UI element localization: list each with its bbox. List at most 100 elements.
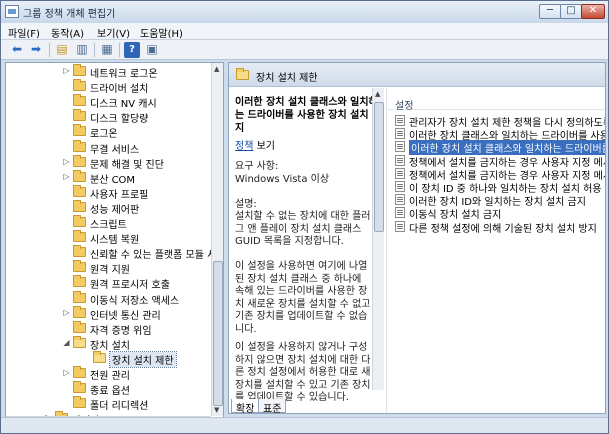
tree-item[interactable]: ▷ 네트워크 로그온 (6, 64, 211, 80)
scroll-thumb[interactable] (213, 261, 223, 406)
tree-item[interactable]: 이동식 저장소 액세스 (6, 290, 211, 307)
scroll-down-arrow-icon[interactable]: ▼ (214, 406, 219, 414)
expand-toggle-icon[interactable]: ▷ (62, 66, 71, 75)
tree-item[interactable]: ◢ 장치 설치 (6, 335, 211, 352)
scroll-up-arrow-icon[interactable]: ▲ (214, 65, 219, 73)
toolbar-separator (94, 43, 95, 57)
tree-item-label: 시스템 복원 (90, 235, 140, 247)
description-scrollbar[interactable]: ▲ (372, 88, 384, 390)
tree-item[interactable]: 스크립트 (6, 215, 211, 231)
details-pane: 장치 설치 제한 이러한 장치 설치 클래스와 일치하는 드라이버를 사용한 장… (228, 62, 606, 414)
policy-row[interactable]: 이러한 장치 클래스와 일치하는 드라이버를 사용한 (387, 127, 605, 142)
tree-item[interactable]: 종료 옵션 (6, 381, 211, 397)
tab-standard[interactable]: 표준 (258, 399, 287, 415)
description-label: 설명: (235, 199, 257, 210)
folder-icon (73, 109, 86, 122)
policy-row[interactable]: 다른 정책 설정에 의해 기술된 장치 설치 방지 (387, 220, 605, 235)
policy-setting-icon (395, 194, 405, 206)
policy-row[interactable]: 정책에서 설치를 금지하는 경우 사용자 지정 메시지 (387, 154, 605, 169)
scroll-thumb[interactable] (374, 102, 384, 232)
tree-item-label: 분산 COM (90, 174, 136, 186)
export-list-icon[interactable]: ▦ (99, 42, 115, 58)
forward-arrow-icon[interactable]: ➡ (28, 42, 44, 58)
policy-setting-icon (395, 128, 405, 140)
expand-toggle-icon[interactable]: ▷ (62, 368, 71, 377)
tree-item[interactable]: 사용자 프로필 (6, 184, 211, 201)
policy-row[interactable]: 이러한 장치 설치 클래스와 일치하는 드라이버를 사 (387, 140, 605, 156)
menu-help[interactable]: 도움말(H) (140, 25, 183, 40)
minimize-button[interactable]: ─ (539, 4, 561, 19)
expand-toggle-icon[interactable]: ◢ (62, 338, 71, 347)
tree-item[interactable]: 디스크 할당량 (6, 109, 211, 126)
menu-file[interactable]: 파일(F) (8, 25, 40, 40)
tree-vertical-scrollbar[interactable]: ▲ ▼ (211, 63, 223, 416)
tree-item[interactable]: 장치 설치 제한 (6, 350, 211, 368)
folder-icon (73, 94, 86, 107)
tree-item[interactable]: 로그온 (6, 124, 211, 140)
back-arrow-icon[interactable]: ⬅ (9, 42, 25, 58)
folder-icon (73, 396, 86, 409)
policy-row[interactable]: 이러한 장치 ID와 일치하는 장치 설치 금지 (387, 193, 605, 208)
requirements-label: 요구 사항: (235, 161, 279, 172)
policy-row[interactable]: 정책에서 설치를 금지하는 경우 사용자 지정 메시지 (387, 167, 605, 182)
tree-item[interactable]: ▷ 분산 COM (6, 169, 211, 186)
tree-item[interactable]: 자격 증명 위임 (6, 320, 211, 337)
folder-icon (73, 169, 86, 182)
tree-item-label: 폴더 리디렉션 (90, 401, 149, 413)
folder-icon (73, 366, 86, 378)
tree-item[interactable]: 원격 지원 (6, 260, 211, 277)
expand-toggle-icon[interactable]: ▷ (62, 157, 71, 166)
tree-item[interactable]: 시스템 복원 (6, 230, 211, 247)
tree-item[interactable]: 디스크 NV 캐시 (6, 94, 211, 110)
help-icon[interactable]: ? (124, 42, 140, 58)
expand-toggle-icon[interactable]: ▷ (62, 172, 71, 181)
settings-column-header[interactable]: 설정 (387, 96, 605, 112)
tree-item-label: 디스크 할당량 (90, 114, 149, 126)
tree-item[interactable]: 폴더 리디렉션 (6, 396, 211, 413)
maximize-button[interactable]: □ (560, 4, 582, 19)
expand-toggle-icon[interactable]: ▷ (62, 308, 71, 317)
menu-view[interactable]: 보기(V) (97, 25, 130, 40)
tree-item-label: 드라이버 설치 (90, 84, 149, 96)
tree-item[interactable]: 드라이버 설치 (6, 79, 211, 96)
tree-item-label: 장치 설치 제한 (109, 350, 177, 368)
tab-extended[interactable]: 확장 (231, 399, 260, 415)
policy-row[interactable]: 이 장치 ID 중 하나와 일치하는 장치 설치 허용 (387, 180, 605, 195)
tree-item[interactable]: 무결 서비스 (6, 139, 211, 156)
up-folder-icon[interactable]: ▤ (54, 42, 70, 58)
tree-item[interactable]: ▷ 인터넷 통신 관리 (6, 305, 211, 322)
tree-item[interactable]: 신뢰할 수 있는 플랫폼 모듈 서 (6, 245, 216, 261)
scroll-up-arrow-icon[interactable]: ▲ (375, 90, 380, 98)
window-title: 그룹 정책 개체 편집기 (23, 9, 116, 20)
tree-item-label: 성능 제어판 (90, 204, 140, 216)
tree-item[interactable]: 성능 제어판 (6, 199, 211, 216)
edit-policy-link[interactable]: 정책 (235, 141, 253, 152)
show-hide-tree-icon[interactable]: ▥ (74, 42, 90, 58)
tree-item-label: 원격 지원 (90, 265, 130, 277)
policy-setting-icon (395, 115, 405, 126)
policy-row[interactable]: 관리자가 장치 설치 제한 정책을 다시 정의하도록 허용 (387, 114, 605, 129)
tree-item-label: 원격 프로시저 호출 (90, 280, 170, 292)
tree-item[interactable]: ▷ 문제 해결 및 진단 (6, 154, 211, 171)
policy-row[interactable]: 이동식 장치 설치 금지 (387, 206, 605, 221)
folder-icon (73, 215, 86, 227)
folder-icon (73, 381, 86, 394)
tree-item[interactable]: 원격 프로시저 호출 (6, 275, 211, 292)
close-button[interactable]: ✕ (581, 4, 605, 19)
policy-setting-icon (395, 154, 405, 166)
properties-icon[interactable]: ▣ (144, 42, 160, 58)
menu-action[interactable]: 동작(A) (51, 25, 84, 40)
tree-item-label: 네트워크 로그온 (90, 69, 158, 80)
title-bar[interactable]: 그룹 정책 개체 편집기 ─ □ ✕ (1, 1, 608, 23)
details-header: 장치 설치 제한 (229, 63, 605, 87)
tree-pane[interactable]: ▷ 네트워크 로그온드라이버 설치 디스크 NV 캐시디스크 할당량 로그온 무결 서비… (5, 62, 224, 430)
tree-item[interactable]: ▷ 전원 관리 (6, 366, 211, 382)
folder-icon (73, 139, 86, 152)
